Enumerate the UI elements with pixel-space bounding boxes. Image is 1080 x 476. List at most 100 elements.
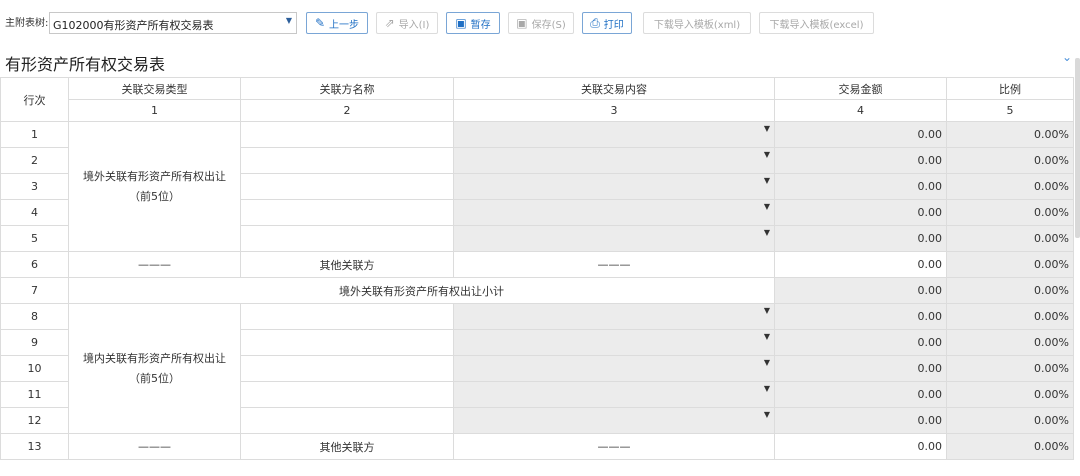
- table-select-value: G102000有形资产所有权交易表: [53, 19, 214, 32]
- amount-input[interactable]: 0.00: [774, 251, 947, 278]
- table-header-row: 行次 关联交易类型 关联方名称 关联交易内容 交易金额 比例: [0, 77, 1074, 122]
- party-name-input[interactable]: [240, 173, 454, 200]
- column-number: 5: [946, 99, 1074, 122]
- transaction-content-select[interactable]: ▼: [453, 407, 775, 434]
- dropdown-arrow-icon: ▼: [763, 176, 770, 185]
- dropdown-arrow-icon: ▼: [763, 124, 770, 133]
- row-number: 8: [0, 303, 69, 330]
- chevron-down-icon[interactable]: ⌄: [1062, 50, 1072, 64]
- column-header: 比例: [946, 77, 1074, 100]
- other-party-cell: 其他关联方: [240, 251, 454, 278]
- amount-cell: 0.00: [774, 147, 947, 174]
- column-number: 3: [453, 99, 775, 122]
- party-name-input[interactable]: [240, 329, 454, 356]
- party-name-input[interactable]: [240, 303, 454, 330]
- row-number: 5: [0, 225, 69, 252]
- table-row: 8 境内关联有形资产所有权出让 （前5位） ▼ 0.00 0.00%: [0, 303, 1074, 434]
- dropdown-arrow-icon: ▼: [763, 150, 770, 159]
- row-number: 10: [0, 355, 69, 382]
- transaction-type-cell: 境外关联有形资产所有权出让 （前5位）: [68, 121, 241, 252]
- dropdown-arrow-icon: ▼: [763, 410, 770, 419]
- row-number: 4: [0, 199, 69, 226]
- party-name-input[interactable]: [240, 199, 454, 226]
- party-name-input[interactable]: [240, 121, 454, 148]
- amount-cell: 0.00: [774, 303, 947, 330]
- data-table: 行次 关联交易类型 关联方名称 关联交易内容 交易金额 比例 1 2 3 4 5…: [0, 77, 1074, 460]
- row-number-header: 行次: [0, 77, 69, 122]
- transaction-content-select[interactable]: ▼: [453, 381, 775, 408]
- column-number: 2: [240, 99, 454, 122]
- download-excel-template-button[interactable]: 下载导入模板(excel): [759, 12, 874, 34]
- amount-cell: 0.00: [774, 225, 947, 252]
- table-tree-label: 主附表树:: [5, 18, 49, 29]
- prev-step-button[interactable]: ✎ 上一步: [306, 12, 368, 34]
- row-number: 11: [0, 381, 69, 408]
- ratio-cell: 0.00%: [946, 355, 1074, 382]
- ratio-cell: 0.00%: [946, 147, 1074, 174]
- print-button[interactable]: ⎙ 打印: [582, 12, 632, 34]
- transaction-content-select[interactable]: ▼: [453, 329, 775, 356]
- row-number: 7: [0, 277, 69, 304]
- ratio-cell: 0.00%: [946, 433, 1074, 460]
- ratio-cell: 0.00%: [946, 225, 1074, 252]
- ratio-cell: 0.00%: [946, 199, 1074, 226]
- amount-cell: 0.00: [774, 407, 947, 434]
- party-name-input[interactable]: [240, 407, 454, 434]
- ratio-cell: 0.00%: [946, 121, 1074, 148]
- party-name-input[interactable]: [240, 225, 454, 252]
- table-row: 6 ——— 其他关联方 ——— 0.00 0.00%: [0, 251, 1074, 278]
- party-name-input[interactable]: [240, 147, 454, 174]
- download-xml-template-button[interactable]: 下载导入模板(xml): [643, 12, 751, 34]
- table-row: 7 境外关联有形资产所有权出让小计 0.00 0.00%: [0, 277, 1074, 304]
- row-number: 9: [0, 329, 69, 356]
- ratio-cell: 0.00%: [946, 173, 1074, 200]
- other-party-cell: 其他关联方: [240, 433, 454, 460]
- amount-cell: 0.00: [774, 329, 947, 356]
- row-number: 12: [0, 407, 69, 434]
- dropdown-arrow-icon: ▼: [763, 202, 770, 211]
- amount-cell: 0.00: [774, 355, 947, 382]
- dash-cell: ———: [68, 433, 241, 460]
- dropdown-arrow-icon: ▼: [763, 228, 770, 237]
- column-number: 4: [774, 99, 947, 122]
- ratio-cell: 0.00%: [946, 251, 1074, 278]
- dropdown-arrow-icon: ▼: [763, 332, 770, 341]
- ratio-cell: 0.00%: [946, 303, 1074, 330]
- dash-cell: ———: [453, 433, 775, 460]
- dropdown-arrow-icon: ▼: [763, 358, 770, 367]
- party-name-input[interactable]: [240, 355, 454, 382]
- amount-cell: 0.00: [774, 199, 947, 226]
- transaction-content-select[interactable]: ▼: [453, 173, 775, 200]
- print-icon: ⎙: [590, 16, 600, 30]
- import-button[interactable]: ⇗ 导入(I): [376, 12, 438, 34]
- table-header-numbers-row: 1 2 3 4 5: [1, 99, 1074, 122]
- save-icon: ▣: [516, 16, 528, 30]
- transaction-type-cell: 境内关联有形资产所有权出让 （前5位）: [68, 303, 241, 434]
- row-number: 3: [0, 173, 69, 200]
- dash-cell: ———: [453, 251, 775, 278]
- party-name-input[interactable]: [240, 381, 454, 408]
- dash-cell: ———: [68, 251, 241, 278]
- vertical-scrollbar[interactable]: [1075, 58, 1080, 238]
- column-number: 1: [68, 99, 241, 122]
- column-header: 交易金额: [774, 77, 947, 100]
- column-header: 关联交易内容: [453, 77, 775, 100]
- amount-input[interactable]: 0.00: [774, 433, 947, 460]
- ratio-cell: 0.00%: [946, 277, 1074, 304]
- transaction-content-select[interactable]: ▼: [453, 147, 775, 174]
- page-title: 有形资产所有权交易表: [5, 55, 166, 74]
- dropdown-arrow-icon: ▼: [763, 384, 770, 393]
- transaction-content-select[interactable]: ▼: [453, 121, 775, 148]
- transaction-content-select[interactable]: ▼: [453, 225, 775, 252]
- transaction-content-select[interactable]: ▼: [453, 355, 775, 382]
- table-row: 13 ——— 其他关联方 ——— 0.00 0.00%: [0, 433, 1074, 460]
- toolbar: 主附表树: G102000有形资产所有权交易表 ▼ ✎ 上一步 ⇗ 导入(I) ▣ 暂…: [0, 0, 1080, 40]
- ratio-cell: 0.00%: [946, 407, 1074, 434]
- table-select[interactable]: G102000有形资产所有权交易表 ▼: [49, 12, 297, 34]
- subtotal-label: 境外关联有形资产所有权出让小计: [68, 277, 775, 304]
- transaction-content-select[interactable]: ▼: [453, 303, 775, 330]
- row-number: 13: [0, 433, 69, 460]
- temp-save-button[interactable]: ▣ 暂存: [446, 12, 500, 34]
- save-button[interactable]: ▣ 保存(S): [508, 12, 574, 34]
- transaction-content-select[interactable]: ▼: [453, 199, 775, 226]
